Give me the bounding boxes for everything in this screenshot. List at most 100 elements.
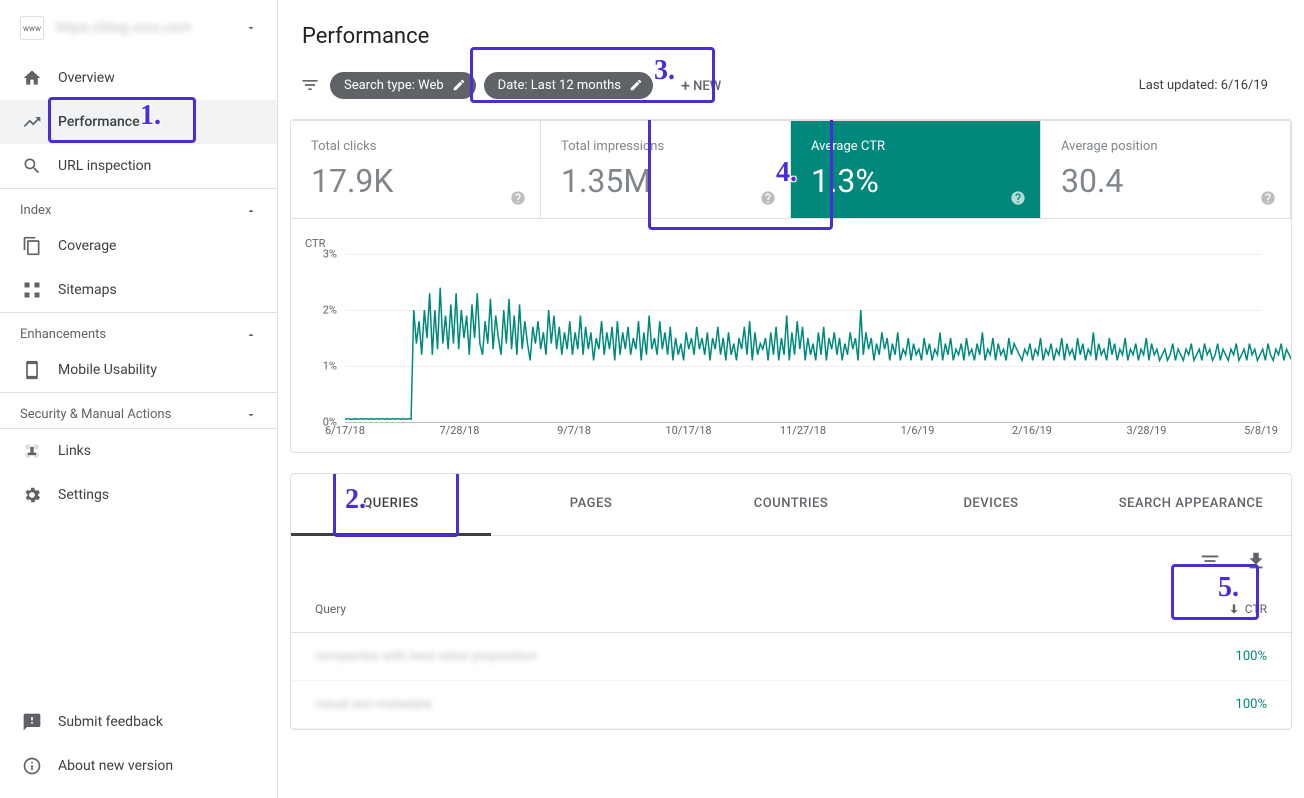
- sidebar-item-label: URL inspection: [58, 158, 151, 174]
- x-tick: 9/7/18: [557, 424, 591, 437]
- tab-queries[interactable]: QUERIES: [291, 474, 491, 536]
- x-tick: 1/6/19: [901, 424, 935, 437]
- home-icon: [20, 66, 44, 90]
- info-icon: [20, 754, 44, 778]
- last-updated: Last updated: 6/16/19: [1139, 78, 1292, 93]
- card-value: 1.35M: [561, 162, 770, 200]
- card-label: Total clicks: [311, 139, 520, 154]
- site-picker[interactable]: www https://blog.xxxx.com: [0, 0, 277, 56]
- ctr-value: 100%: [1236, 697, 1267, 712]
- sidebar-item-label: Sitemaps: [58, 282, 117, 298]
- sidebar: www https://blog.xxxx.com Overview Perfo…: [0, 0, 278, 798]
- y-tick: 3%: [323, 248, 337, 261]
- sort-down-icon: [1227, 602, 1241, 616]
- y-tick: 1%: [323, 360, 337, 373]
- card-label: Average CTR: [811, 139, 1020, 154]
- tab-pages[interactable]: PAGES: [491, 474, 691, 535]
- x-tick: 7/28/18: [440, 424, 480, 437]
- coverage-icon: [20, 234, 44, 258]
- sidebar-item-label: Settings: [58, 487, 109, 503]
- section-label: Enhancements: [20, 327, 106, 342]
- metrics-panel: Total clicks 17.9K Total impressions 1.3…: [290, 119, 1292, 453]
- new-label: NEW: [693, 79, 721, 94]
- y-axis: 0%1%2%3%: [311, 254, 341, 422]
- ctr-chart: 0%1%2%3% 6/17/187/28/189/7/1810/17/1811/…: [311, 254, 1271, 444]
- sidebar-item-label: Submit feedback: [58, 714, 163, 730]
- sidebar-item-settings[interactable]: Settings: [0, 473, 277, 517]
- card-total-impressions[interactable]: Total impressions 1.35M: [541, 121, 791, 218]
- sidebar-item-mobile-usability[interactable]: Mobile Usability: [0, 348, 277, 392]
- tabs: QUERIES PAGES COUNTRIES DEVICES SEARCH A…: [291, 474, 1291, 536]
- sidebar-section-index[interactable]: Index: [0, 188, 277, 224]
- table-row[interactable]: visual seo metadata 100%: [291, 681, 1291, 729]
- x-tick: 10/17/18: [665, 424, 711, 437]
- help-icon[interactable]: [1010, 190, 1026, 206]
- feedback-icon: [20, 710, 44, 734]
- sidebar-item-label: Overview: [58, 70, 115, 86]
- tab-countries[interactable]: COUNTRIES: [691, 474, 891, 535]
- trend-icon: [20, 110, 44, 134]
- search-icon: [20, 154, 44, 178]
- grid-line: [345, 422, 1261, 423]
- chart-line: [345, 254, 1292, 422]
- card-average-position[interactable]: Average position 30.4: [1041, 121, 1291, 218]
- add-filter-button[interactable]: + NEW: [671, 70, 731, 101]
- chart-area: CTR 0%1%2%3% 6/17/187/28/189/7/1810/17/1…: [291, 219, 1291, 452]
- card-label: Average position: [1061, 139, 1270, 154]
- column-header-ctr[interactable]: CTR: [1227, 602, 1267, 616]
- chip-date[interactable]: Date: Last 12 months: [484, 72, 653, 99]
- sidebar-item-label: About new version: [58, 758, 173, 774]
- sidebar-section-enhancements[interactable]: Enhancements: [0, 312, 277, 348]
- queries-panel: QUERIES PAGES COUNTRIES DEVICES SEARCH A…: [290, 473, 1292, 730]
- sidebar-item-url-inspection[interactable]: URL inspection: [0, 144, 277, 188]
- filter-bar: Search type: Web Date: Last 12 months + …: [278, 65, 1304, 119]
- site-name: https://blog.xxxx.com: [56, 20, 191, 36]
- help-icon[interactable]: [760, 190, 776, 206]
- sidebar-item-coverage[interactable]: Coverage: [0, 224, 277, 268]
- card-average-ctr[interactable]: Average CTR 1.3%: [791, 121, 1041, 218]
- x-tick: 2/16/19: [1012, 424, 1052, 437]
- table-row[interactable]: companies with best value proposition 10…: [291, 633, 1291, 681]
- metric-cards: Total clicks 17.9K Total impressions 1.3…: [291, 120, 1291, 219]
- tab-devices[interactable]: DEVICES: [891, 474, 1091, 535]
- sidebar-item-label: Mobile Usability: [58, 362, 157, 378]
- column-header-query[interactable]: Query: [315, 602, 346, 616]
- x-tick: 3/28/19: [1127, 424, 1167, 437]
- sidebar-item-overview[interactable]: Overview: [0, 56, 277, 100]
- sidebar-section-security[interactable]: Security & Manual Actions: [0, 392, 277, 428]
- filter-icon[interactable]: [1199, 550, 1221, 572]
- y-tick: 2%: [323, 304, 337, 317]
- chart-ylabel: CTR: [305, 237, 1271, 250]
- sidebar-item-label: Coverage: [58, 238, 116, 254]
- table-header: Query CTR 5.: [291, 586, 1291, 633]
- tab-search-appearance[interactable]: SEARCH APPEARANCE: [1091, 474, 1291, 535]
- filter-icon[interactable]: [290, 65, 330, 105]
- card-value: 30.4: [1061, 162, 1270, 200]
- help-icon[interactable]: [1260, 190, 1276, 206]
- chip-search-type[interactable]: Search type: Web: [330, 72, 476, 99]
- pencil-icon: [629, 78, 643, 92]
- card-total-clicks[interactable]: Total clicks 17.9K: [291, 121, 541, 218]
- card-value: 17.9K: [311, 162, 520, 200]
- page-title: Performance: [278, 0, 1304, 65]
- x-tick: 5/8/19: [1244, 424, 1278, 437]
- column-label: CTR: [1245, 602, 1267, 616]
- query-text: companies with best value proposition: [315, 649, 537, 664]
- x-axis: 6/17/187/28/189/7/1810/17/1811/27/181/6/…: [345, 424, 1261, 444]
- query-text: visual seo metadata: [315, 697, 431, 712]
- sidebar-item-performance[interactable]: Performance: [0, 100, 277, 144]
- section-label: Security & Manual Actions: [20, 407, 171, 422]
- sidebar-item-sitemaps[interactable]: Sitemaps: [0, 268, 277, 312]
- sidebar-item-about[interactable]: About new version: [0, 744, 277, 788]
- chip-label: Search type: Web: [344, 78, 444, 93]
- sidebar-item-links[interactable]: Links: [0, 429, 277, 473]
- links-icon: [20, 439, 44, 463]
- gear-icon: [20, 483, 44, 507]
- ctr-value: 100%: [1236, 649, 1267, 664]
- x-tick: 11/27/18: [780, 424, 826, 437]
- chevron-up-icon: [245, 205, 257, 217]
- help-icon[interactable]: [510, 190, 526, 206]
- download-icon[interactable]: [1245, 550, 1267, 572]
- sidebar-item-feedback[interactable]: Submit feedback: [0, 700, 277, 744]
- site-logo: www: [20, 16, 44, 40]
